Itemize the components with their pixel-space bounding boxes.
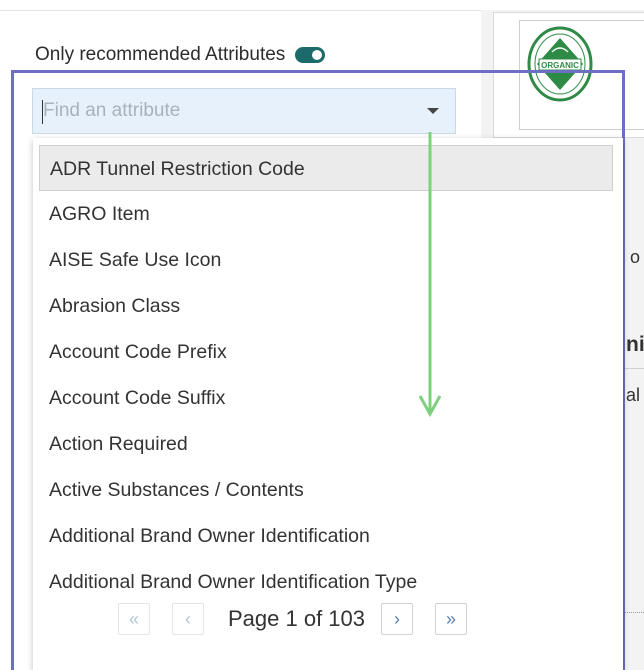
chevron-left-icon: ‹ — [185, 608, 191, 629]
dropdown-option[interactable]: Active Substances / Contents — [39, 467, 613, 513]
background-partial-text: al — [626, 385, 641, 405]
background-partial-text: o — [630, 247, 641, 267]
attribute-search-input[interactable] — [33, 89, 411, 133]
toggle-label: Only recommended Attributes — [35, 44, 286, 65]
chevron-down-icon — [427, 108, 439, 114]
text-caret — [42, 100, 43, 124]
first-page-button[interactable]: « — [118, 603, 150, 635]
dropdown-option[interactable]: Additional Brand Owner Identification — [39, 513, 613, 559]
last-page-button[interactable]: » — [435, 603, 468, 635]
next-page-button[interactable]: › — [381, 603, 414, 635]
dropdown-option[interactable]: Account Code Prefix — [39, 329, 613, 375]
dropdown-option[interactable]: AISE Safe Use Icon — [39, 237, 613, 283]
recommended-toggle[interactable] — [295, 47, 326, 63]
double-chevron-left-icon: « — [128, 608, 139, 629]
background-partial-heading: ni — [626, 333, 644, 356]
dropdown-option[interactable]: AGRO Item — [39, 191, 613, 237]
dropdown-toggle[interactable] — [411, 89, 455, 133]
toggle-knob — [312, 50, 323, 60]
dropdown-option[interactable]: ADR Tunnel Restriction Code — [39, 145, 613, 191]
attribute-dropdown: ADR Tunnel Restriction Code AGRO Item AI… — [33, 138, 623, 670]
attribute-combobox[interactable] — [32, 88, 456, 134]
dropdown-option[interactable]: Additional Brand Owner Identification Ty… — [39, 559, 613, 605]
down-arrow-icon — [418, 132, 442, 418]
svg-text:ORGANIC: ORGANIC — [541, 61, 579, 70]
double-chevron-right-icon: » — [446, 608, 457, 629]
dropdown-option[interactable]: Action Required — [39, 421, 613, 467]
pagination: « ‹ Page 1 of 103 › » — [118, 603, 468, 635]
dropdown-option[interactable]: Abrasion Class — [39, 283, 613, 329]
attribute-options-list: ADR Tunnel Restriction Code AGRO Item AI… — [39, 145, 613, 605]
dropdown-option[interactable]: Account Code Suffix — [39, 375, 613, 421]
chevron-right-icon: › — [394, 608, 401, 629]
recommended-toggle-row: Only recommended Attributes — [35, 44, 326, 66]
page-indicator: Page 1 of 103 — [228, 606, 366, 631]
prev-page-button[interactable]: ‹ — [172, 603, 204, 635]
